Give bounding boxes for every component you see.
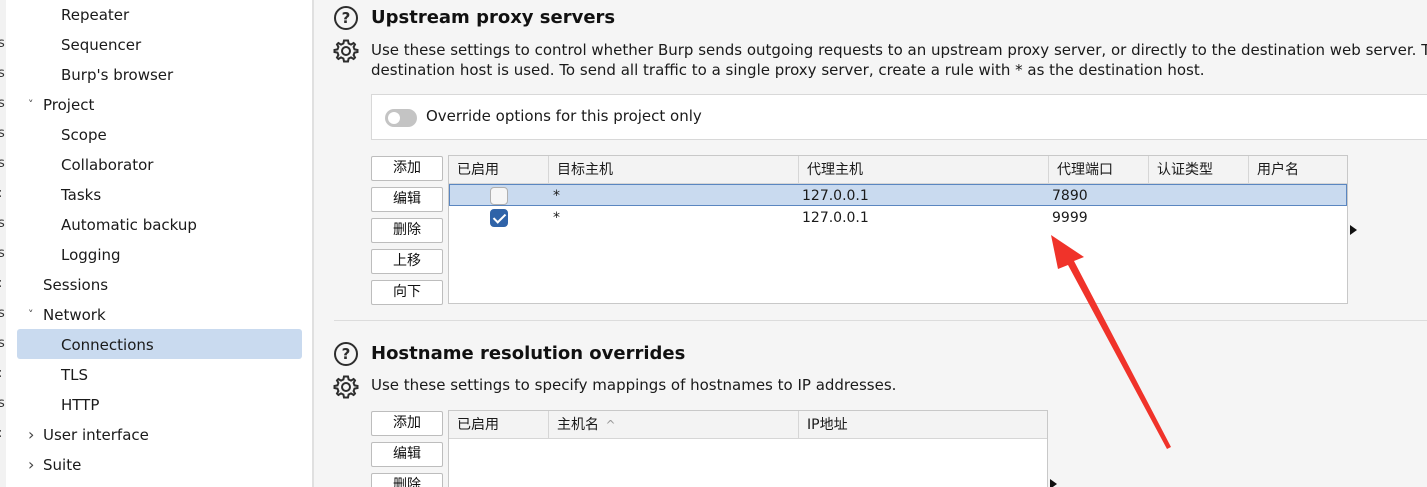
hostname-add-button[interactable]: 添加: [371, 411, 443, 436]
sidebar-item-http[interactable]: HTTP: [61, 390, 99, 420]
sidebar-item-repeater[interactable]: Repeater: [61, 0, 129, 30]
clipped-text: s: [0, 246, 5, 261]
selected-highlight: [17, 329, 302, 359]
clipped-text: s: [0, 96, 5, 111]
clipped-text: :: [0, 276, 2, 291]
column-header-destination-host[interactable]: 目标主机: [549, 156, 799, 184]
upstream-remove-button[interactable]: 删除: [371, 218, 443, 243]
sidebar-item-network[interactable]: Network: [43, 300, 106, 330]
hostname-table: 已启用 主机名 ^ IP地址: [448, 410, 1048, 487]
gear-icon[interactable]: [333, 38, 359, 64]
column-header-auth-type[interactable]: 认证类型: [1149, 156, 1249, 184]
section-divider: [334, 320, 1427, 321]
clipped-text: s: [0, 36, 5, 51]
sidebar-item-burp-s-browser[interactable]: Burp's browser: [61, 60, 173, 90]
sidebar-item-user-interface[interactable]: User interface: [43, 420, 149, 450]
hostname-edit-button[interactable]: 编辑: [371, 442, 443, 467]
chevron-down-icon[interactable]: ˅: [28, 300, 34, 330]
column-header-enabled[interactable]: 已启用: [449, 156, 549, 184]
table-row[interactable]: * 127.0.0.1 9999: [449, 207, 1347, 229]
clipped-text: s: [0, 66, 5, 81]
clipped-text: s: [0, 216, 5, 231]
table-row[interactable]: * 127.0.0.1 7890: [449, 184, 1347, 206]
column-header-hostname-label: 主机名: [557, 417, 599, 433]
clipped-text: s: [0, 306, 5, 321]
sidebar-item-tasks[interactable]: Tasks: [61, 180, 101, 210]
table-header: 已启用 主机名 ^ IP地址: [449, 411, 1047, 439]
row-destination-host: *: [553, 188, 560, 204]
row-destination-host: *: [553, 210, 560, 226]
sidebar-item-sessions[interactable]: Sessions: [43, 270, 108, 300]
row-proxy-host: 127.0.0.1: [802, 210, 869, 226]
chevron-right-icon[interactable]: ›: [28, 420, 34, 450]
column-header-proxy-host[interactable]: 代理主机: [799, 156, 1049, 184]
override-label: Override options for this project only: [426, 107, 702, 125]
sidebar-item-collaborator[interactable]: Collaborator: [61, 150, 153, 180]
override-panel: Override options for this project only: [371, 94, 1427, 140]
sidebar-item-automatic-backup[interactable]: Automatic backup: [61, 210, 197, 240]
upstream-section-title: Upstream proxy servers: [371, 7, 616, 28]
help-icon[interactable]: ?: [334, 6, 358, 30]
clipped-text: s: [0, 336, 5, 351]
upstream-proxy-table: 已启用 目标主机 代理主机 代理端口 认证类型 用户名 * 127.0.0.1 …: [448, 155, 1348, 304]
upstream-edit-button[interactable]: 编辑: [371, 187, 443, 212]
hostname-section-title: Hostname resolution overrides: [371, 343, 686, 364]
settings-sidebar: Repeater Sequencer Burp's browser ˅ Project S…: [6, 0, 312, 487]
sort-ascending-icon: ^: [605, 418, 616, 432]
sidebar-item-scope[interactable]: Scope: [61, 120, 107, 150]
gear-icon[interactable]: [333, 374, 359, 400]
upstream-add-button[interactable]: 添加: [371, 156, 443, 181]
column-header-username[interactable]: 用户名: [1249, 156, 1347, 184]
row-enabled-checkbox[interactable]: [490, 209, 508, 227]
chevron-down-icon[interactable]: ˅: [28, 90, 34, 120]
sidebar-item-suite[interactable]: Suite: [43, 450, 81, 480]
clipped-text: :: [0, 426, 2, 441]
clipped-text: s: [0, 126, 5, 141]
clipped-text: s: [0, 156, 5, 171]
row-enabled-checkbox[interactable]: [490, 187, 508, 205]
row-proxy-host: 127.0.0.1: [802, 188, 869, 204]
chevron-right-icon[interactable]: ›: [28, 450, 34, 480]
table-header: 已启用 目标主机 代理主机 代理端口 认证类型 用户名: [449, 156, 1347, 184]
main-panel: ? Upstream proxy servers Use these setti…: [314, 0, 1427, 487]
red-arrow-annotation: [1051, 235, 1171, 449]
sidebar-item-logging[interactable]: Logging: [61, 240, 121, 270]
sidebar-item-project[interactable]: Project: [43, 90, 94, 120]
sidebar-item-sequencer[interactable]: Sequencer: [61, 30, 141, 60]
clipped-text: :: [0, 366, 2, 381]
column-header-enabled[interactable]: 已启用: [449, 411, 549, 439]
upstream-move-down-button[interactable]: 向下: [371, 280, 443, 305]
hostname-remove-button[interactable]: 删除: [371, 473, 443, 487]
sidebar-item-tls[interactable]: TLS: [61, 360, 88, 390]
help-icon[interactable]: ?: [334, 342, 358, 366]
sidebar-item-connections[interactable]: Connections: [61, 330, 154, 360]
row-proxy-port: 7890: [1052, 188, 1088, 204]
override-toggle[interactable]: [385, 109, 417, 127]
clipped-text: s: [0, 396, 5, 411]
column-header-proxy-port[interactable]: 代理端口: [1049, 156, 1149, 184]
column-scroll-arrow-icon[interactable]: [1050, 479, 1057, 487]
upstream-description-line1: Use these settings to control whether Bu…: [371, 41, 1427, 59]
upstream-description-line2: destination host is used. To send all tr…: [371, 61, 1205, 79]
column-header-hostname[interactable]: 主机名 ^: [549, 411, 799, 439]
hostname-description: Use these settings to specify mappings o…: [371, 376, 897, 394]
column-scroll-arrow-icon[interactable]: [1350, 225, 1357, 235]
upstream-move-up-button[interactable]: 上移: [371, 249, 443, 274]
clipped-text: :: [0, 186, 2, 201]
column-header-ip-address[interactable]: IP地址: [799, 411, 1047, 439]
